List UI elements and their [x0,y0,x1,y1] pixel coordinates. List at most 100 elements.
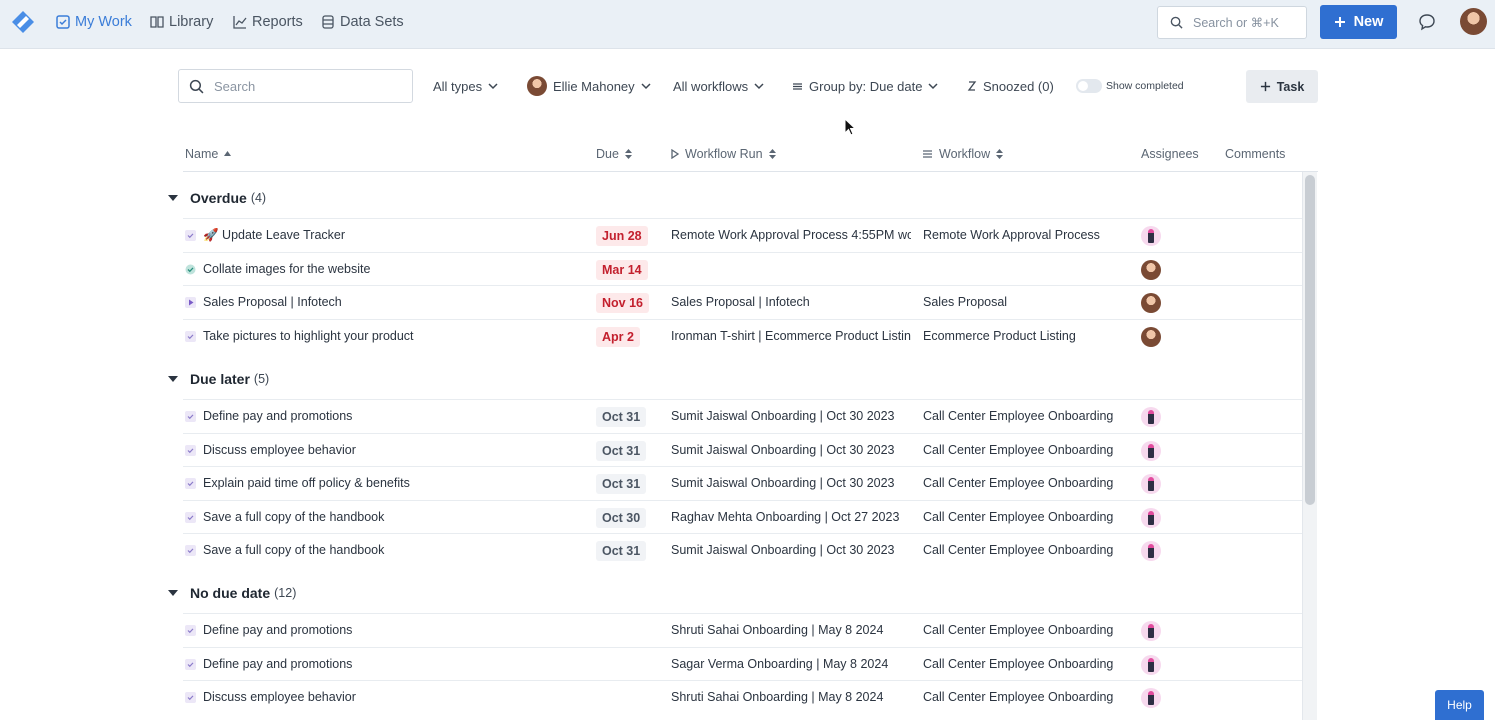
task-name[interactable]: Define pay and promotions [203,623,598,637]
add-task-button[interactable]: Task [1246,70,1318,103]
workflow-run-link[interactable]: Sumit Jaiswal Onboarding | Oct 30 2023 [671,476,911,490]
workflow-link[interactable]: Call Center Employee Onboarding [923,623,1133,637]
table-row[interactable]: Sales Proposal | Infotech Nov 16 Sales Pro… [183,285,1302,319]
assignee-avatar[interactable] [1141,474,1161,494]
workflow-run-link[interactable]: Sumit Jaiswal Onboarding | Oct 30 2023 [671,543,911,557]
task-name[interactable]: Define pay and promotions [203,409,598,423]
nav-reports[interactable]: Reports [233,12,303,32]
due-date-badge: Oct 30 [596,507,647,528]
group-by-dropdown[interactable]: Group by: Due date [792,77,938,95]
check-circle-icon [185,264,196,274]
table-row[interactable]: Save a full copy of the handbook Oct 31 Su… [183,533,1302,567]
user-filter-dropdown[interactable]: Ellie Mahoney [527,76,651,96]
table-row[interactable]: Take pictures to highlight your product A… [183,318,1302,353]
workflow-run-link[interactable]: Sumit Jaiswal Onboarding | Oct 30 2023 [671,409,911,423]
help-button[interactable]: Help [1435,690,1484,720]
checkbox-icon[interactable] [185,545,196,556]
checkbox-icon[interactable] [185,230,196,241]
snoozed-filter[interactable]: Snoozed (0) [967,77,1054,95]
checkbox-icon[interactable] [185,478,196,489]
sort-icon [996,149,1004,159]
new-button[interactable]: New [1320,5,1397,39]
app-logo-icon[interactable] [9,8,37,36]
checkbox-icon[interactable] [185,658,196,670]
show-completed-toggle[interactable] [1076,79,1102,93]
task-name[interactable]: Save a full copy of the handbook [203,543,598,557]
workflow-link[interactable]: Call Center Employee Onboarding [923,409,1133,423]
task-name[interactable]: Discuss employee behavior [203,443,598,457]
task-name[interactable]: Discuss employee behavior [203,690,598,704]
workflow-run-link[interactable]: Ironman T-shirt | Ecommerce Product List… [671,329,911,343]
table-row[interactable]: Explain paid time off policy & benefits O… [183,466,1302,500]
checkbox-icon[interactable] [185,511,196,523]
global-search-input[interactable]: Search or ⌘+K [1157,6,1307,39]
due-date-badge: Oct 31 [596,440,647,461]
task-name[interactable]: Save a full copy of the handbook [203,510,598,524]
assignee-avatar[interactable] [1141,293,1161,313]
group-header[interactable]: Overdue (4) [168,190,266,206]
workflow-link[interactable]: Call Center Employee Onboarding [923,690,1133,704]
assignee-avatar[interactable] [1141,326,1161,347]
group-header[interactable]: Due later (5) [168,371,269,387]
table-row[interactable]: Discuss employee behavior Oct 31 Sumit Jai… [183,432,1302,467]
column-header-workflow-run[interactable]: Workflow Run [671,147,776,161]
workflow-run-link[interactable]: Shruti Sahai Onboarding | May 8 2024 [671,690,911,704]
assignee-avatar[interactable] [1141,259,1161,280]
workflow-run-link[interactable]: Sagar Verma Onboarding | May 8 2024 [671,657,911,671]
checkbox-icon[interactable] [185,330,196,342]
checkbox-icon[interactable] [185,411,196,422]
assignee-avatar[interactable] [1141,621,1161,641]
table-row[interactable]: Save a full copy of the handbook Oct 30 Ra… [183,499,1302,534]
workflow-link[interactable]: Call Center Employee Onboarding [923,510,1133,524]
assignee-avatar[interactable] [1141,440,1161,461]
assignee-avatar[interactable] [1141,407,1161,427]
workflow-run-link[interactable]: Sales Proposal | Infotech [671,295,911,309]
workflow-run-link[interactable]: Sumit Jaiswal Onboarding | Oct 30 2023 [671,443,911,457]
assignee-avatar[interactable] [1141,688,1161,708]
assignee-avatar[interactable] [1141,226,1161,246]
task-name[interactable]: Take pictures to highlight your product [203,329,598,343]
task-search-input[interactable]: Search [178,69,413,103]
table-row[interactable]: 🚀 Update Leave Tracker Jun 28 Remote Work … [183,218,1302,252]
group-header[interactable]: No due date (12) [168,585,296,601]
workflow-run-link[interactable]: Raghav Mehta Onboarding | Oct 27 2023 [671,510,911,524]
scrollbar-thumb[interactable] [1305,175,1315,505]
workflow-run-link[interactable]: Shruti Sahai Onboarding | May 8 2024 [671,623,911,637]
column-header-name[interactable]: Name [185,147,232,161]
workflow-link[interactable]: Sales Proposal [923,295,1133,309]
task-name[interactable]: Explain paid time off policy & benefits [203,476,598,490]
due-date-badge: Nov 16 [596,293,649,313]
checkbox-icon[interactable] [185,444,196,456]
nav-library[interactable]: Library [150,12,213,32]
assignee-avatar[interactable] [1141,507,1161,528]
play-icon [185,297,196,308]
checkbox-icon[interactable] [185,625,196,636]
workflow-link[interactable]: Call Center Employee Onboarding [923,443,1133,457]
workflow-link[interactable]: Ecommerce Product Listing [923,329,1133,343]
checkbox-icon[interactable] [185,692,196,703]
workflow-link[interactable]: Call Center Employee Onboarding [923,543,1133,557]
workflow-link[interactable]: Call Center Employee Onboarding [923,657,1133,671]
assignee-avatar[interactable] [1141,654,1161,675]
task-name[interactable]: Sales Proposal | Infotech [203,295,598,309]
chat-bubble-icon[interactable] [1418,13,1436,31]
task-name[interactable]: Collate images for the website [203,262,598,276]
assignee-avatar[interactable] [1141,541,1161,561]
workflow-link[interactable]: Remote Work Approval Process [923,228,1133,242]
column-header-due[interactable]: Due [596,147,632,161]
task-name[interactable]: 🚀 Update Leave Tracker [203,228,598,243]
workflow-run-link[interactable]: Remote Work Approval Process 4:55PM wo [671,228,911,242]
table-row[interactable]: Collate images for the website Mar 14 [183,251,1302,286]
table-row[interactable]: Define pay and promotions Oct 31 Sumit Jai… [183,399,1302,433]
column-header-workflow[interactable]: Workflow [922,147,1004,161]
table-row[interactable]: Define pay and promotions Sagar Verma Onb… [183,646,1302,681]
nav-data-sets[interactable]: Data Sets [321,12,404,32]
table-row[interactable]: Discuss employee behavior Shruti Sahai On… [183,680,1302,714]
workflow-link[interactable]: Call Center Employee Onboarding [923,476,1133,490]
types-filter-dropdown[interactable]: All types [433,77,498,95]
nav-my-work[interactable]: My Work [56,12,132,32]
workflows-filter-dropdown[interactable]: All workflows [673,77,764,95]
task-name[interactable]: Define pay and promotions [203,657,598,671]
table-row[interactable]: Define pay and promotions Shruti Sahai On… [183,613,1302,647]
user-avatar[interactable] [1460,8,1487,35]
